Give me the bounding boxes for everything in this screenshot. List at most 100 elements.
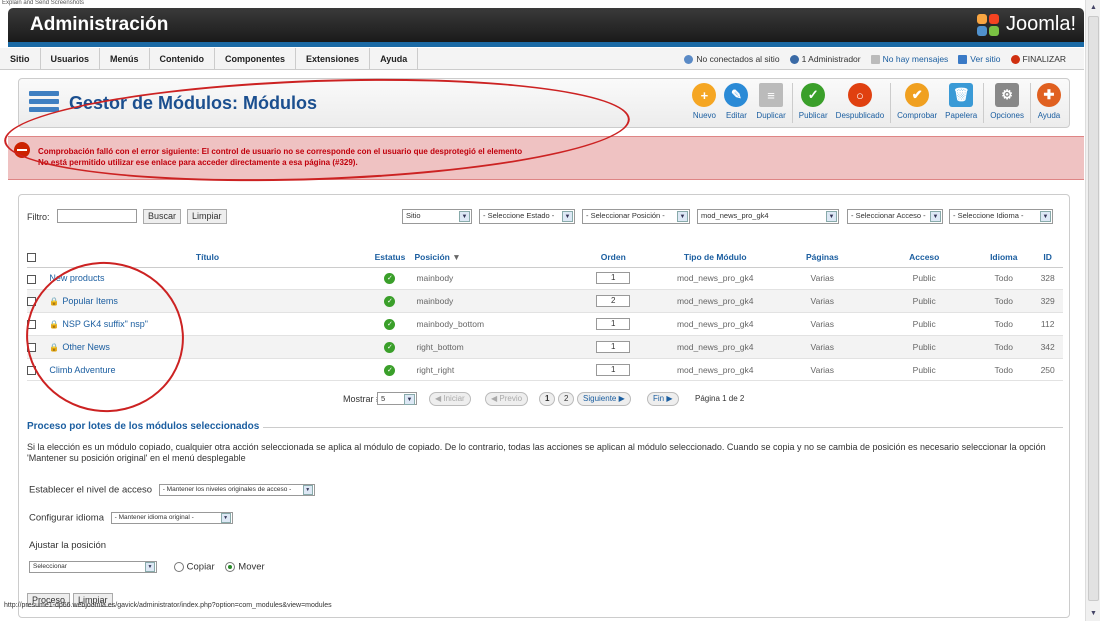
col-status[interactable]: Estatus xyxy=(365,247,415,268)
chevron-down-icon: ▼ xyxy=(677,211,688,222)
published-icon[interactable]: ✓ xyxy=(384,273,396,285)
module-title-link[interactable]: Climb Adventure xyxy=(49,358,366,382)
menu-ayuda[interactable]: Ayuda xyxy=(370,47,419,70)
module-manager-icon xyxy=(29,91,59,115)
module-position: mainbody_bottom xyxy=(414,312,568,336)
order-input[interactable]: 1 xyxy=(596,363,631,376)
show-count-label: Mostrar # xyxy=(343,394,382,404)
table-row: 🔒 Popular Items ✓ mainbody 2 mod_news_pro… xyxy=(27,289,1063,314)
page: Explain and Send Screenshots Administrac… xyxy=(0,0,1100,621)
next-button[interactable]: Siguiente ▶ xyxy=(577,392,631,406)
menu-componentes[interactable]: Componentes xyxy=(215,47,297,70)
messages-link[interactable]: No hay mensajes xyxy=(870,54,948,64)
menu-menus[interactable]: Menús xyxy=(100,47,150,70)
row-checkbox[interactable] xyxy=(27,297,36,307)
module-title-link[interactable]: New products xyxy=(49,267,366,291)
trash-button[interactable]: 🗑 Papelera xyxy=(941,83,981,123)
col-language[interactable]: Idioma xyxy=(975,247,1033,268)
module-title-link[interactable]: 🔒 Popular Items xyxy=(49,289,366,314)
move-radio[interactable] xyxy=(225,562,236,572)
batch-access-select[interactable]: - Mantener los niveles originales de acc… xyxy=(158,484,315,496)
menu-usuarios[interactable]: Usuarios xyxy=(41,47,101,70)
col-module-type[interactable]: Tipo de Módulo xyxy=(659,247,772,268)
unpublish-icon: ○ xyxy=(847,83,872,107)
col-position[interactable]: Posición ▼ xyxy=(414,247,568,268)
module-type-select[interactable]: mod_news_pro_gk4 ▼ xyxy=(697,209,839,224)
access-select[interactable]: - Seleccionar Acceso - ▼ xyxy=(847,209,943,224)
order-input[interactable]: 2 xyxy=(596,295,631,308)
lock-icon[interactable]: 🔒 xyxy=(49,297,59,306)
row-checkbox[interactable] xyxy=(27,274,36,284)
module-access: Public xyxy=(873,267,976,291)
checkin-button[interactable]: ✔ Comprobar xyxy=(893,83,941,123)
published-icon[interactable]: ✓ xyxy=(384,364,396,376)
duplicate-button[interactable]: ≡ Duplicar xyxy=(752,83,789,123)
browser-status-url: http://presume1-dp66.webjoomla.es/gavick… xyxy=(4,602,332,609)
lock-icon[interactable]: 🔒 xyxy=(49,320,59,329)
logout-link[interactable]: FINALIZAR xyxy=(1010,54,1066,64)
lock-icon[interactable]: 🔒 xyxy=(49,343,59,352)
row-checkbox[interactable] xyxy=(27,365,36,375)
col-id[interactable]: ID xyxy=(1032,247,1063,268)
edit-button[interactable]: ✎ Editar xyxy=(720,83,752,123)
joomla-logo[interactable]: Joomla! xyxy=(976,13,1076,36)
arrow-right-icon: ▶ xyxy=(666,394,673,403)
module-language: Todo xyxy=(975,335,1033,359)
col-order[interactable]: Orden xyxy=(567,247,660,268)
published-icon[interactable]: ✓ xyxy=(384,318,396,330)
access-level-label: Establecer el nivel de acceso xyxy=(29,484,153,496)
menu-extensiones[interactable]: Extensiones xyxy=(296,47,371,70)
batch-position-select[interactable]: Seleccionar ▼ xyxy=(29,561,157,573)
module-position: mainbody xyxy=(414,267,568,291)
publish-button[interactable]: ✓ Publicar xyxy=(795,83,832,123)
search-button[interactable]: Buscar xyxy=(143,209,182,224)
toolbar-separator xyxy=(983,83,985,123)
clear-button[interactable]: Limpiar xyxy=(187,209,227,224)
select-all-checkbox[interactable] xyxy=(27,252,36,262)
view-site-link[interactable]: Ver sitio xyxy=(958,54,1001,64)
filter-search-input[interactable] xyxy=(57,209,137,223)
menu-contenido[interactable]: Contenido xyxy=(150,47,216,70)
language-select[interactable]: - Seleccione Idioma - ▼ xyxy=(949,209,1053,224)
table-header: Título Estatus Posición ▼ Orden Tipo de … xyxy=(27,247,1063,268)
scroll-thumb[interactable] xyxy=(1088,16,1099,601)
unpublish-button[interactable]: ○ Despublicado xyxy=(832,83,888,123)
module-title-link[interactable]: 🔒 NSP GK4 suffix" nsp" xyxy=(49,312,366,336)
page-info: Página 1 de 2 xyxy=(695,394,745,403)
module-language: Todo xyxy=(975,289,1033,314)
col-title[interactable]: Título xyxy=(49,247,366,268)
scroll-down-icon[interactable]: ▼ xyxy=(1088,608,1099,619)
batch-language-select[interactable]: - Mantener idioma original - ▼ xyxy=(110,512,233,524)
col-access[interactable]: Acceso xyxy=(873,247,976,268)
published-icon[interactable]: ✓ xyxy=(384,296,396,308)
select-all-checkbox-cell xyxy=(27,247,50,268)
published-icon[interactable]: ✓ xyxy=(384,341,396,353)
module-type: mod_news_pro_gk4 xyxy=(659,335,772,359)
page-2-button[interactable]: 2 xyxy=(558,392,575,406)
site-select[interactable]: Sitio ▼ xyxy=(402,209,472,224)
module-title-link[interactable]: 🔒 Other News xyxy=(49,335,366,359)
order-input[interactable]: 1 xyxy=(596,272,631,285)
state-select[interactable]: - Seleccione Estado - ▼ xyxy=(479,209,575,224)
position-select[interactable]: - Seleccionar Posición - ▼ xyxy=(582,209,690,224)
row-checkbox[interactable] xyxy=(27,342,36,352)
new-button[interactable]: + Nuevo xyxy=(688,83,720,123)
main-menu: Sitio Usuarios Menús Contenido Component… xyxy=(0,47,1084,70)
order-input[interactable]: 1 xyxy=(596,340,631,353)
toolbar-buttons: + Nuevo ✎ Editar ≡ Duplicar ✓ Publicar ○ Desp… xyxy=(688,83,1065,123)
scroll-up-icon[interactable]: ▲ xyxy=(1088,2,1099,13)
logout-icon xyxy=(1010,54,1020,64)
help-button[interactable]: ✚ Ayuda xyxy=(1033,83,1065,123)
order-input[interactable]: 1 xyxy=(596,317,631,330)
end-button[interactable]: Fin ▶ xyxy=(647,392,679,406)
trash-icon: 🗑 xyxy=(949,83,974,107)
copy-label: Copiar xyxy=(186,561,215,573)
options-button[interactable]: ⚙ Opciones xyxy=(986,83,1028,123)
checkin-icon: ✔ xyxy=(905,83,930,107)
menu-sitio[interactable]: Sitio xyxy=(0,47,41,70)
row-checkbox[interactable] xyxy=(27,320,36,330)
show-count-select[interactable]: 5 ▼ xyxy=(377,392,417,405)
col-pages[interactable]: Páginas xyxy=(771,247,874,268)
copy-radio[interactable] xyxy=(173,562,184,572)
page-scrollbar[interactable]: ▲ ▼ xyxy=(1085,0,1100,621)
